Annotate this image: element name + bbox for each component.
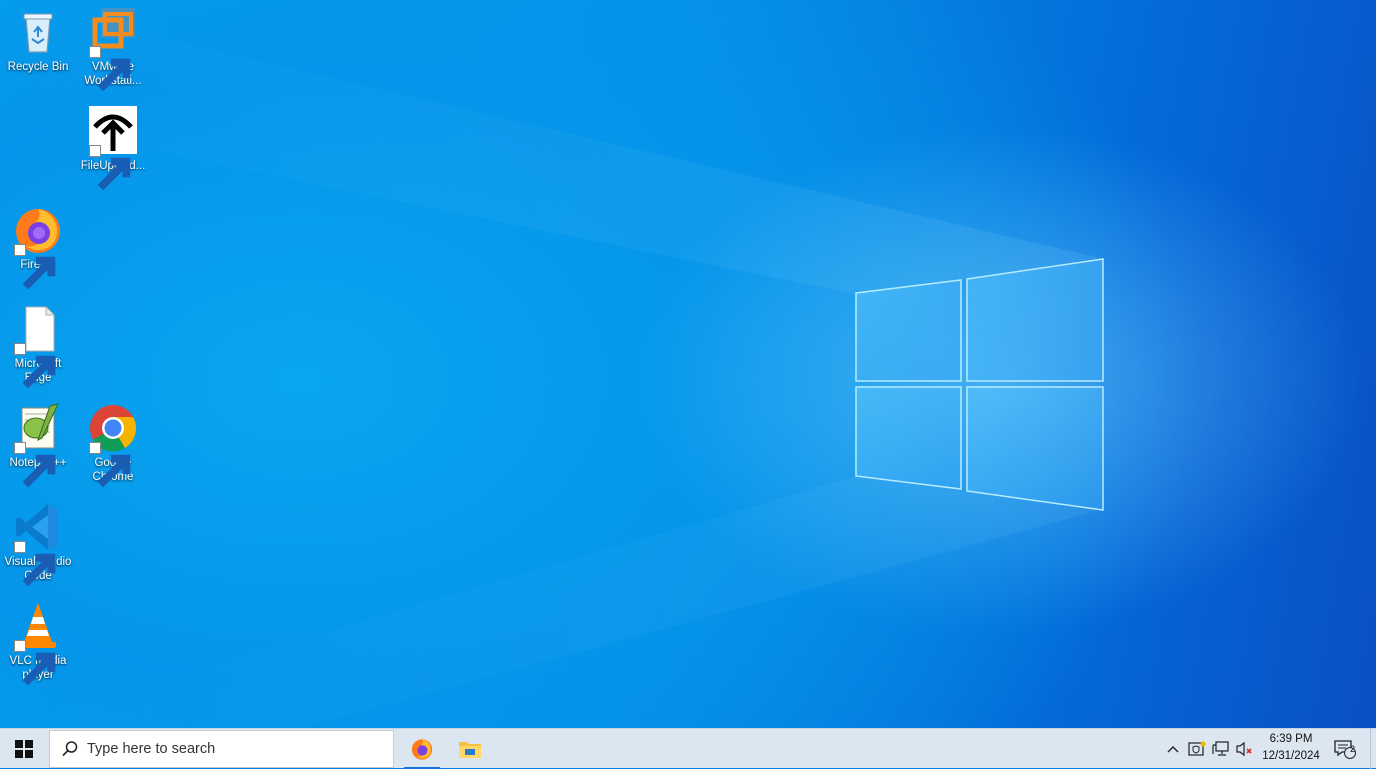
shortcut-arrow-icon xyxy=(14,640,56,686)
desktop-icon-vlc[interactable]: VLC media player xyxy=(3,600,73,686)
firefox-icon xyxy=(411,739,433,760)
chevron-up-icon xyxy=(1167,746,1179,753)
desktop-icon-fileupload[interactable]: FileUpload... xyxy=(78,105,148,191)
chrome-icon xyxy=(87,402,139,488)
shortcut-arrow-icon xyxy=(14,442,56,488)
firefox-icon xyxy=(12,204,64,290)
vlc-cone-icon xyxy=(12,600,64,686)
tray-network-button[interactable] xyxy=(1210,729,1232,769)
shortcut-arrow-icon xyxy=(89,442,131,488)
desktop-icon-recycle-bin[interactable]: Recycle Bin xyxy=(3,6,73,74)
windows-logo-icon xyxy=(15,740,33,758)
desktop-icon-label: Recycle Bin xyxy=(7,61,69,73)
start-button[interactable] xyxy=(0,729,48,769)
volume-muted-icon xyxy=(1236,741,1252,757)
taskbar-file-explorer-button[interactable] xyxy=(448,729,492,769)
vscode-icon xyxy=(12,501,64,587)
security-center-icon xyxy=(1188,741,1206,756)
desktop-icon-chrome[interactable]: Google Chrome xyxy=(78,402,148,488)
taskbar-search-box[interactable]: Type here to search xyxy=(49,730,394,768)
shortcut-arrow-icon xyxy=(89,46,131,92)
desktop[interactable]: Recycle Bin VMware Workstati... FileUplo… xyxy=(0,0,1376,728)
notification-count-badge: 2 xyxy=(1349,744,1355,754)
wallpaper-windows-logo xyxy=(0,0,1104,728)
desktop-icon-notepadpp[interactable]: Notepad++ xyxy=(3,402,73,488)
search-placeholder: Type here to search xyxy=(87,741,216,757)
clock-date: 12/31/2024 xyxy=(1262,750,1320,762)
taskbar: Type here to search 6:39 PM 12/31/2024 2 xyxy=(0,728,1376,769)
taskbar-clock[interactable]: 6:39 PM 12/31/2024 xyxy=(1253,731,1329,767)
desktop-icon-edge[interactable]: Microsoft Edge xyxy=(3,303,73,389)
recycle-bin-icon xyxy=(12,6,64,58)
vmware-icon xyxy=(87,6,139,92)
notepadpp-icon xyxy=(12,402,64,488)
show-desktop-button[interactable] xyxy=(1370,729,1376,769)
clock-time: 6:39 PM xyxy=(1269,733,1313,745)
desktop-icon-vscode[interactable]: Visual Studio Code xyxy=(3,501,73,587)
desktop-icon-firefox[interactable]: Firefox xyxy=(3,204,73,290)
file-explorer-icon xyxy=(459,742,481,758)
network-icon xyxy=(1212,741,1229,756)
taskbar-firefox-button[interactable] xyxy=(400,729,444,769)
shortcut-arrow-icon xyxy=(89,145,131,191)
action-center-button[interactable]: 2 xyxy=(1330,729,1360,769)
shortcut-arrow-icon xyxy=(14,343,56,389)
show-hidden-icons-button[interactable] xyxy=(1163,729,1183,769)
tray-security-button[interactable] xyxy=(1186,729,1208,769)
upload-arrow-icon xyxy=(87,105,139,191)
blank-file-icon xyxy=(12,303,64,389)
shortcut-arrow-icon xyxy=(14,244,56,290)
shortcut-arrow-icon xyxy=(14,541,56,587)
search-icon xyxy=(62,741,78,757)
desktop-icon-vmware[interactable]: VMware Workstati... xyxy=(78,6,148,92)
